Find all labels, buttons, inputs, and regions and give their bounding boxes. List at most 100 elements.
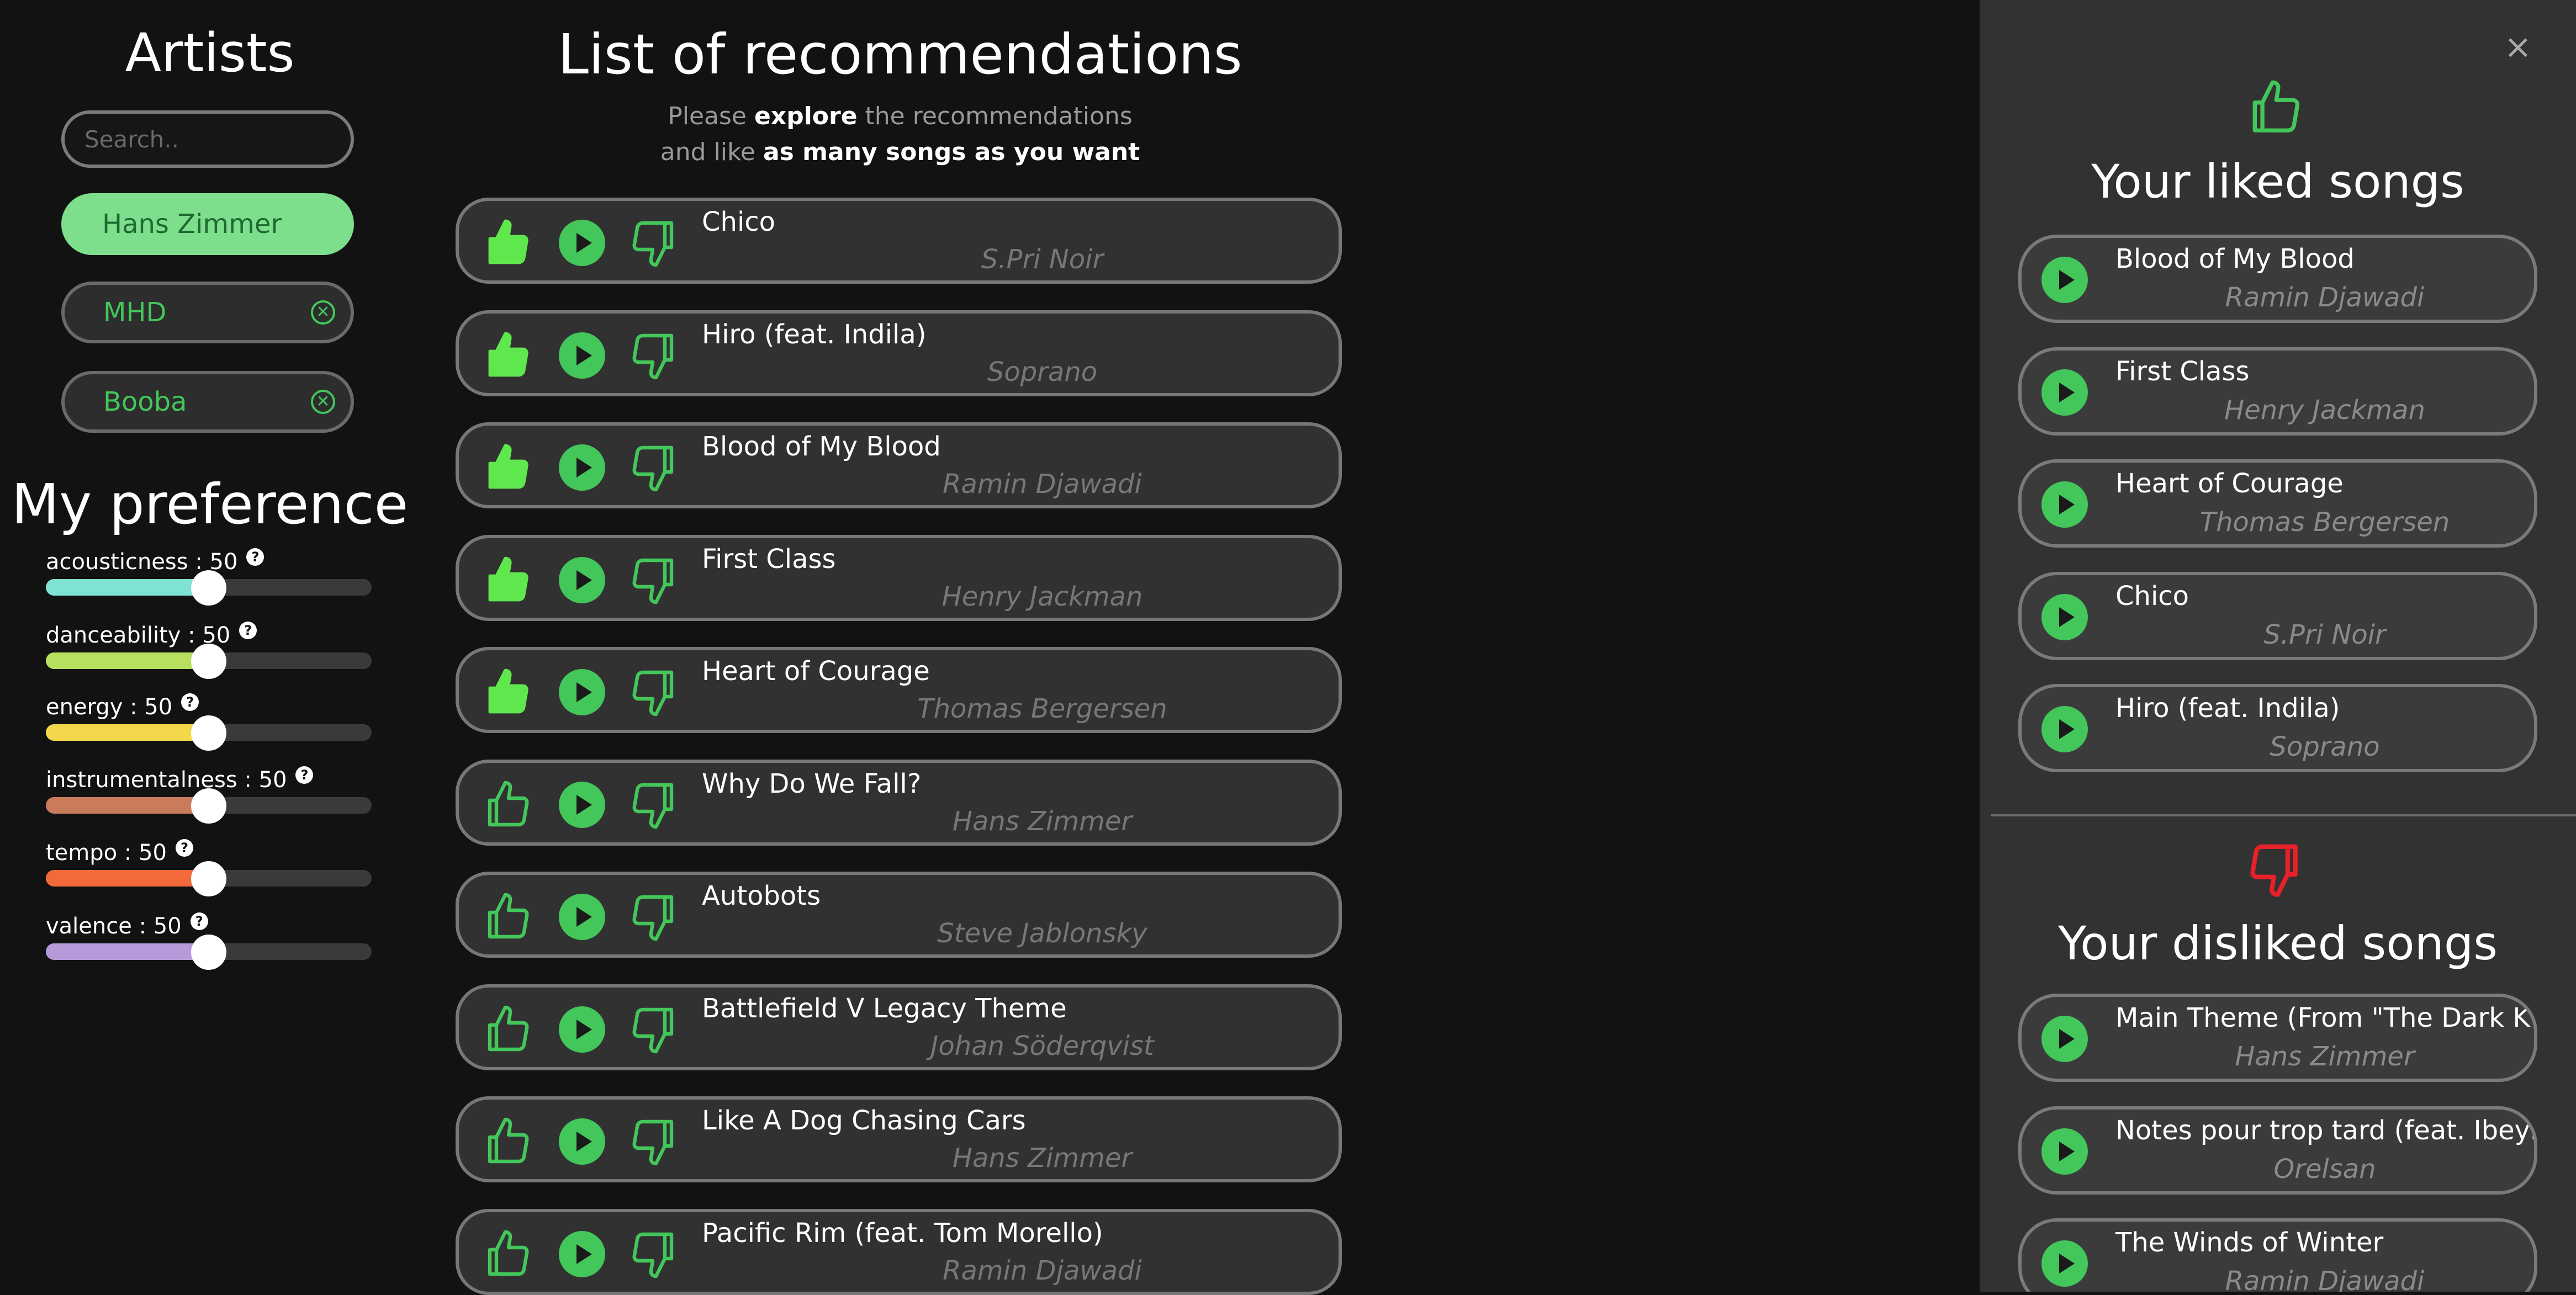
artist-chip-booba[interactable]: Booba ✕	[61, 371, 354, 433]
song-artist: Ramin Djawadi	[2225, 1266, 2425, 1292]
song-title: The Winds of Winter	[2115, 1227, 2384, 1258]
recommendation-row: Blood of My Blood Ramin Djawadi	[456, 422, 1342, 508]
recommendation-row: Heart of Courage Thomas Bergersen	[456, 647, 1342, 733]
slider-fill	[46, 724, 209, 741]
artist-chip-label: Booba	[103, 386, 187, 417]
song-artist: Orelsan	[2273, 1153, 2376, 1185]
song-artist: Ramin Djawadi	[943, 1255, 1142, 1286]
song-artist: Hans Zimmer	[952, 805, 1133, 837]
song-artist: Ramin Djawadi	[943, 469, 1142, 500]
liked-song-card: Chico S.Pri Noir	[2018, 571, 2537, 660]
song-artist: Henry Jackman	[2224, 394, 2425, 426]
song-artist: Henry Jackman	[941, 581, 1143, 612]
likes-panel: × Your liked songs Blood of My Blood Ram…	[1980, 0, 2576, 1292]
song-artist: S.Pri Noir	[981, 244, 1104, 275]
song-title: Notes pour trop tard (feat. Ibeyi	[2115, 1114, 2537, 1146]
help-icon[interactable]: ?	[175, 839, 193, 857]
preference-slider[interactable]: danceability : 50?	[46, 622, 372, 679]
preference-slider[interactable]: instrumentalness : 50?	[46, 766, 372, 824]
artist-chip-label: Hans Zimmer	[102, 209, 282, 240]
preference-slider[interactable]: tempo : 50?	[46, 839, 372, 896]
song-artist: Thomas Bergersen	[2199, 507, 2450, 538]
recommendations-title: List of recommendations	[558, 22, 1242, 87]
slider-fill	[46, 579, 209, 596]
song-artist: Ramin Djawadi	[2225, 282, 2425, 313]
song-title: First Class	[2115, 355, 2250, 387]
help-icon[interactable]: ?	[190, 912, 208, 930]
song-artist: Hans Zimmer	[952, 1143, 1133, 1174]
recommendation-row: Battlefield V Legacy Theme Johan Söderqv…	[456, 984, 1342, 1070]
song-title: Battlefield V Legacy Theme	[702, 993, 1067, 1024]
recommendation-row: Hiro (feat. Indila) Soprano	[456, 310, 1342, 396]
liked-song-card: First Class Henry Jackman	[2018, 347, 2537, 436]
liked-songs-title: Your liked songs	[2091, 155, 2464, 209]
song-title: Like A Dog Chasing Cars	[702, 1105, 1026, 1136]
song-artist: Soprano	[987, 356, 1098, 388]
slider-label: tempo : 50	[46, 840, 167, 866]
remove-artist-icon[interactable]: ✕	[311, 390, 335, 414]
close-icon[interactable]: ×	[2504, 28, 2532, 66]
artists-column: Artists Hans Zimmer MHD ✕ Booba ✕ My pre…	[0, 0, 420, 1292]
song-artist: Steve Jablonsky	[937, 918, 1147, 949]
slider-fill	[46, 943, 209, 960]
song-title: Blood of My Blood	[702, 431, 941, 462]
remove-artist-icon[interactable]: ✕	[311, 300, 335, 325]
recommendation-row: First Class Henry Jackman	[456, 534, 1342, 621]
recommendation-row: Chico S.Pri Noir	[456, 198, 1342, 284]
slider-label: valence : 50	[46, 914, 182, 939]
song-artist: Johan Söderqvist	[930, 1030, 1154, 1062]
slider-thumb[interactable]	[191, 935, 226, 970]
slider-thumb[interactable]	[191, 788, 226, 824]
preference-title: My preference	[11, 472, 409, 537]
recommendation-row: Why Do We Fall? Hans Zimmer	[456, 759, 1342, 846]
song-title: Chico	[2115, 580, 2189, 612]
slider-fill	[46, 870, 209, 887]
recommendation-row: Autobots Steve Jablonsky	[456, 872, 1342, 958]
song-title: Heart of Courage	[702, 656, 930, 687]
thumbs-down-icon	[2250, 844, 2298, 897]
help-icon[interactable]: ?	[181, 693, 199, 711]
song-title: Autobots	[702, 880, 821, 911]
song-artist: Soprano	[2270, 731, 2380, 762]
slider-thumb[interactable]	[191, 861, 226, 896]
preference-slider[interactable]: energy : 50?	[46, 693, 372, 751]
artist-chip-hans-zimmer[interactable]: Hans Zimmer	[61, 193, 354, 255]
disliked-song-card: Notes pour trop tard (feat. Ibeyi Orelsa…	[2018, 1106, 2537, 1195]
preference-slider[interactable]: valence : 50?	[46, 912, 372, 970]
song-artist: Hans Zimmer	[2235, 1041, 2415, 1072]
slider-thumb[interactable]	[191, 570, 226, 606]
song-title: Blood of My Blood	[2115, 243, 2355, 274]
help-icon[interactable]: ?	[246, 548, 265, 566]
recommendations-subtitle-line2: and like as many songs as you want	[660, 138, 1140, 166]
preference-slider[interactable]: acousticness : 50?	[46, 548, 372, 606]
recommendation-row: Pacific Rim (feat. Tom Morello) Ramin Dj…	[456, 1208, 1342, 1295]
song-title: Why Do We Fall?	[702, 768, 922, 799]
divider	[1991, 814, 2576, 816]
liked-song-card: Hiro (feat. Indila) Soprano	[2018, 684, 2537, 772]
disliked-songs-title: Your disliked songs	[2058, 916, 2498, 970]
song-title: Hiro (feat. Indila)	[2115, 693, 2340, 724]
song-title: Pacific Rim (feat. Tom Morello)	[702, 1217, 1103, 1249]
disliked-song-card: Main Theme (From "The Dark K Hans Zimmer	[2018, 994, 2537, 1082]
song-title: Chico	[702, 206, 776, 237]
recommendations-subtitle-line1: Please explore the recommendations	[668, 102, 1133, 130]
artist-search-input[interactable]	[61, 110, 354, 168]
help-icon[interactable]: ?	[239, 622, 257, 639]
song-title: Hiro (feat. Indila)	[702, 319, 927, 350]
slider-thumb[interactable]	[191, 715, 226, 751]
song-title: Heart of Courage	[2115, 468, 2344, 499]
slider-label: instrumentalness : 50	[46, 767, 287, 793]
song-artist: S.Pri Noir	[2263, 619, 2386, 650]
artist-chip-label: MHD	[103, 297, 167, 328]
disliked-song-card: The Winds of Winter Ramin Djawadi	[2018, 1218, 2537, 1292]
song-artist: Thomas Bergersen	[917, 693, 1167, 724]
liked-song-card: Heart of Courage Thomas Bergersen	[2018, 459, 2537, 548]
slider-label: energy : 50	[46, 694, 173, 720]
recommendation-row: Like A Dog Chasing Cars Hans Zimmer	[456, 1096, 1342, 1182]
liked-song-card: Blood of My Blood Ramin Djawadi	[2018, 235, 2537, 323]
slider-thumb[interactable]	[191, 644, 226, 679]
help-icon[interactable]: ?	[295, 766, 314, 784]
song-title: Main Theme (From "The Dark K	[2115, 1002, 2530, 1033]
artist-chip-mhd[interactable]: MHD ✕	[61, 282, 354, 343]
thumbs-up-icon	[2252, 80, 2300, 132]
